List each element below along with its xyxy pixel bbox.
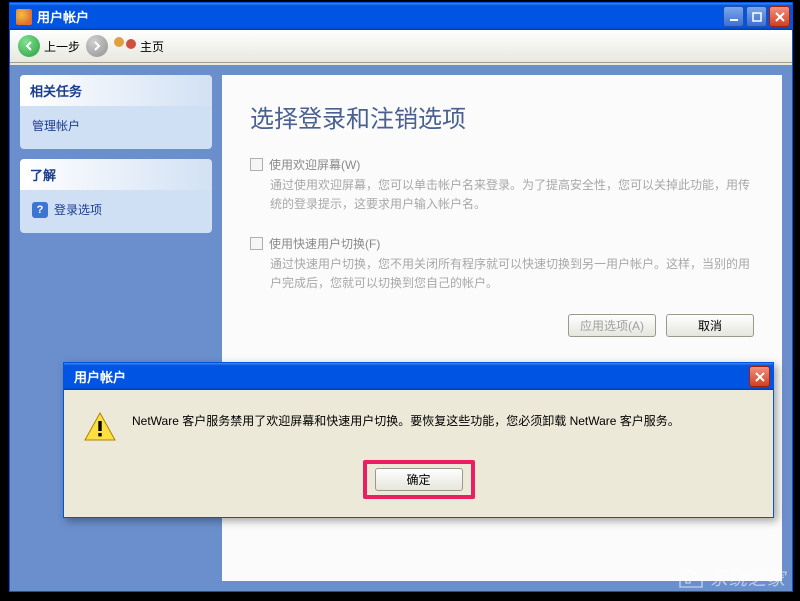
forward-button[interactable] bbox=[86, 35, 108, 57]
option-fast-switch: 使用快速用户切换(F) 通过快速用户切换，您不用关闭所有程序就可以快速切换到另一… bbox=[250, 235, 754, 292]
checkbox-fast-switch[interactable] bbox=[250, 237, 263, 250]
dialog-close-button[interactable] bbox=[749, 366, 770, 387]
alert-dialog: 用户帐户 NetWare 客户服务禁用了欢迎屏幕和快速用户切换。要恢复这些功能，… bbox=[63, 362, 774, 518]
titlebar: 用户帐户 bbox=[10, 3, 792, 30]
watermark: 系统之家 bbox=[678, 565, 786, 591]
back-button[interactable]: 上一步 bbox=[18, 35, 80, 57]
sidebar-item-manage-accounts[interactable]: 管理帐户 bbox=[32, 114, 200, 137]
option-title-text: 使用快速用户切换(F) bbox=[269, 235, 380, 252]
close-button[interactable] bbox=[769, 6, 790, 27]
watermark-text: 系统之家 bbox=[710, 565, 786, 591]
sidebar-item-label: 管理帐户 bbox=[32, 117, 80, 134]
forward-arrow-icon bbox=[86, 35, 108, 57]
maximize-button[interactable] bbox=[746, 6, 767, 27]
option-desc: 通过快速用户切换，您不用关闭所有程序就可以快速切换到另一用户帐户。这样，当别的用… bbox=[270, 255, 754, 292]
dialog-message: NetWare 客户服务禁用了欢迎屏幕和快速用户切换。要恢复这些功能，您必须卸载… bbox=[132, 412, 680, 431]
minimize-button[interactable] bbox=[723, 6, 744, 27]
sidebar-panel-learn: 了解 ? 登录选项 bbox=[20, 159, 212, 233]
app-icon bbox=[16, 9, 32, 25]
home-label: 主页 bbox=[140, 38, 164, 55]
ok-button[interactable]: 确定 bbox=[375, 468, 463, 491]
back-label: 上一步 bbox=[44, 38, 80, 55]
option-title-text: 使用欢迎屏幕(W) bbox=[269, 156, 360, 173]
users-icon bbox=[114, 37, 136, 55]
window-title: 用户帐户 bbox=[37, 7, 723, 26]
watermark-logo-icon bbox=[678, 567, 704, 589]
checkbox-welcome[interactable] bbox=[250, 158, 263, 171]
sidebar-head: 相关任务 bbox=[20, 75, 212, 106]
option-desc: 通过使用欢迎屏幕，您可以单击帐户名来登录。为了提高安全性，您可以关掉此功能，用传… bbox=[270, 176, 754, 213]
option-welcome-screen: 使用欢迎屏幕(W) 通过使用欢迎屏幕，您可以单击帐户名来登录。为了提高安全性，您… bbox=[250, 156, 754, 213]
toolbar: 上一步 主页 bbox=[10, 30, 792, 63]
sidebar-item-label: 登录选项 bbox=[54, 201, 102, 218]
window-controls bbox=[723, 6, 790, 27]
warning-icon bbox=[84, 412, 116, 442]
apply-button[interactable]: 应用选项(A) bbox=[568, 314, 656, 337]
dialog-titlebar: 用户帐户 bbox=[64, 363, 773, 390]
sidebar-panel-tasks: 相关任务 管理帐户 bbox=[20, 75, 212, 149]
cancel-button[interactable]: 取消 bbox=[666, 314, 754, 337]
highlight-annotation: 确定 bbox=[363, 460, 475, 499]
home-button[interactable]: 主页 bbox=[114, 37, 164, 55]
button-row: 应用选项(A) 取消 bbox=[250, 314, 754, 337]
sidebar-item-login-options[interactable]: ? 登录选项 bbox=[32, 198, 200, 221]
question-icon: ? bbox=[32, 202, 48, 218]
sidebar-head: 了解 bbox=[20, 159, 212, 190]
dialog-title-text: 用户帐户 bbox=[74, 367, 126, 386]
page-heading: 选择登录和注销选项 bbox=[250, 99, 754, 134]
back-arrow-icon bbox=[18, 35, 40, 57]
